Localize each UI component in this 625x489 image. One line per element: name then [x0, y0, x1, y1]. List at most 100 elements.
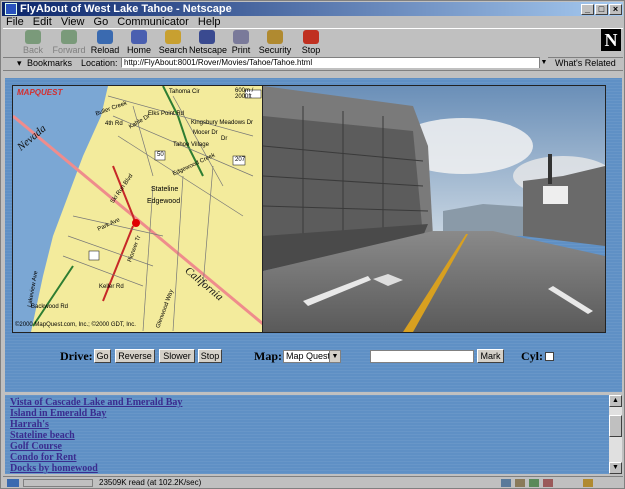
- close-button[interactable]: ×: [609, 4, 622, 15]
- personal-toolbar-tab[interactable]: [3, 70, 623, 78]
- window-title: FlyAbout of West Lake Tahoe - Netscape: [20, 3, 232, 15]
- home-icon: [131, 30, 147, 44]
- stop-drive-button[interactable]: Stop: [198, 349, 222, 363]
- map-label-backwood: Backwood Rd: [31, 304, 69, 310]
- location-bar: ▾ Bookmarks Location: http://FlyAbout:80…: [3, 57, 623, 69]
- slower-button[interactable]: Slower: [159, 349, 195, 363]
- link-island-emerald-bay[interactable]: Island in Emerald Bay: [10, 408, 106, 419]
- bookmark-links-frame: Vista of Cascade Lake and Emerald Bay Is…: [5, 395, 609, 474]
- status-text: 23509K read (at 102.2K/sec): [99, 478, 202, 487]
- print-button[interactable]: Print: [223, 29, 259, 57]
- maximize-button[interactable]: □: [595, 4, 608, 15]
- reload-label: Reload: [90, 45, 120, 55]
- discussion-icon[interactable]: [543, 479, 553, 487]
- url-text: http://FlyAbout:8001/Rover/Movies/Tahoe/…: [124, 58, 313, 67]
- mail-icon[interactable]: [501, 479, 511, 487]
- menu-file[interactable]: File: [6, 16, 24, 28]
- stop-button[interactable]: Stop: [293, 29, 329, 57]
- mark-name-input[interactable]: [370, 350, 474, 363]
- netscape-app-icon: [5, 3, 17, 15]
- status-bar: 23509K read (at 102.2K/sec): [3, 476, 623, 489]
- link-golf-course[interactable]: Golf Course: [10, 441, 62, 452]
- map-label-elks-point: Elks Point Rd: [148, 111, 185, 117]
- bookmarks-icon[interactable]: ▾: [17, 57, 22, 69]
- map-label-tahoma: Tahoma Cir: [169, 89, 200, 95]
- print-label: Print: [231, 45, 251, 55]
- bookmarks-button[interactable]: Bookmarks: [27, 57, 72, 69]
- navigator-icon[interactable]: [529, 479, 539, 487]
- map-label-dr: Dr: [221, 136, 228, 142]
- cyl-label: Cyl:: [521, 349, 543, 363]
- back-label: Back: [22, 45, 43, 55]
- route-207-shield: 207: [235, 157, 246, 163]
- home-label: Home: [126, 45, 151, 55]
- menu-bar: File Edit View Go Communicator Help: [3, 16, 224, 28]
- map-label-keller: Keller Rd: [99, 284, 124, 290]
- map-label-edgewood: Edgewood: [147, 198, 181, 205]
- link-condo-for-rent[interactable]: Condo for Rent: [10, 452, 76, 463]
- street-view-panel[interactable]: [262, 85, 606, 333]
- browser-window: FlyAbout of West Lake Tahoe - Netscape _…: [0, 0, 625, 489]
- location-label: Location:: [81, 58, 118, 68]
- menu-go[interactable]: Go: [94, 16, 109, 28]
- map-label-tahoe-village: Tahoe Village: [173, 142, 209, 148]
- link-harrahs[interactable]: Harrah's: [10, 419, 49, 430]
- reload-button[interactable]: Reload: [87, 29, 123, 57]
- back-button[interactable]: Back: [15, 29, 51, 57]
- menu-communicator[interactable]: Communicator: [117, 16, 189, 28]
- minimize-button[interactable]: _: [581, 4, 594, 15]
- security-label: Security: [258, 45, 292, 55]
- stop-label: Stop: [301, 45, 321, 55]
- scroll-up-icon[interactable]: ▲: [609, 395, 622, 407]
- security-lock-icon[interactable]: [583, 479, 593, 487]
- link-vista-cascade-lake[interactable]: Vista of Cascade Lake and Emerald Bay: [10, 397, 182, 408]
- street-view-image[interactable]: [263, 86, 605, 332]
- composer-icon[interactable]: [515, 479, 525, 487]
- map-scale: 600m / 2000ft: [235, 88, 254, 100]
- scroll-thumb[interactable]: [609, 415, 622, 437]
- navigation-toolbar: Back Forward Reload Home Search Netscape…: [3, 28, 623, 58]
- netscape-icon: [199, 30, 215, 44]
- menu-help[interactable]: Help: [198, 16, 221, 28]
- whats-related-button[interactable]: What's Related: [555, 57, 616, 69]
- netscape-logo: N: [601, 29, 621, 51]
- map-label-mocer: Mocer Dr: [193, 130, 218, 136]
- links-scrollbar[interactable]: ▲ ▼: [609, 395, 622, 474]
- url-input[interactable]: http://FlyAbout:8001/Rover/Movies/Tahoe/…: [121, 57, 547, 68]
- map-label: Map:: [254, 349, 282, 363]
- page-content: MAPQUEST 600m / 2000ft Nevada California…: [5, 78, 622, 392]
- netscape-label: Netscape: [189, 45, 228, 55]
- security-button[interactable]: Security: [257, 29, 293, 57]
- map-source-select[interactable]: Map Quest ▼: [283, 350, 341, 363]
- home-button[interactable]: Home: [121, 29, 157, 57]
- map-source-value: Map Quest: [286, 351, 331, 361]
- map-label-stateline: Stateline: [151, 186, 179, 193]
- print-icon: [233, 30, 249, 44]
- search-label: Search: [158, 45, 188, 55]
- map-label-kingsbury: Kingsbury Meadows Dr: [191, 120, 254, 126]
- menu-view[interactable]: View: [61, 16, 85, 28]
- search-icon: [165, 30, 181, 44]
- drive-label: Drive:: [60, 349, 93, 363]
- route-50-shield: 50: [157, 152, 164, 158]
- forward-label: Forward: [52, 45, 86, 55]
- menu-edit[interactable]: Edit: [33, 16, 52, 28]
- link-docks-by-homewood[interactable]: Docks by homewood: [10, 463, 98, 474]
- go-button[interactable]: Go: [94, 349, 111, 363]
- reverse-button[interactable]: Reverse: [115, 349, 155, 363]
- cyl-checkbox[interactable]: [545, 352, 554, 361]
- scroll-down-icon[interactable]: ▼: [609, 462, 622, 474]
- search-button[interactable]: Search: [155, 29, 191, 57]
- map-panel[interactable]: MAPQUEST 600m / 2000ft Nevada California…: [12, 85, 264, 333]
- mapquest-logo: MAPQUEST: [17, 88, 63, 97]
- netscape-button[interactable]: Netscape: [189, 29, 228, 57]
- back-arrow-icon: [25, 30, 41, 44]
- link-stateline-beach[interactable]: Stateline beach: [10, 430, 75, 441]
- forward-button[interactable]: Forward: [51, 29, 87, 57]
- stop-icon: [303, 30, 319, 44]
- mark-button[interactable]: Mark: [477, 349, 504, 363]
- reload-icon: [97, 30, 113, 44]
- title-bar: FlyAbout of West Lake Tahoe - Netscape _…: [2, 2, 623, 16]
- url-dropdown-arrow[interactable]: ▼: [539, 57, 548, 68]
- connection-icon: [7, 479, 19, 487]
